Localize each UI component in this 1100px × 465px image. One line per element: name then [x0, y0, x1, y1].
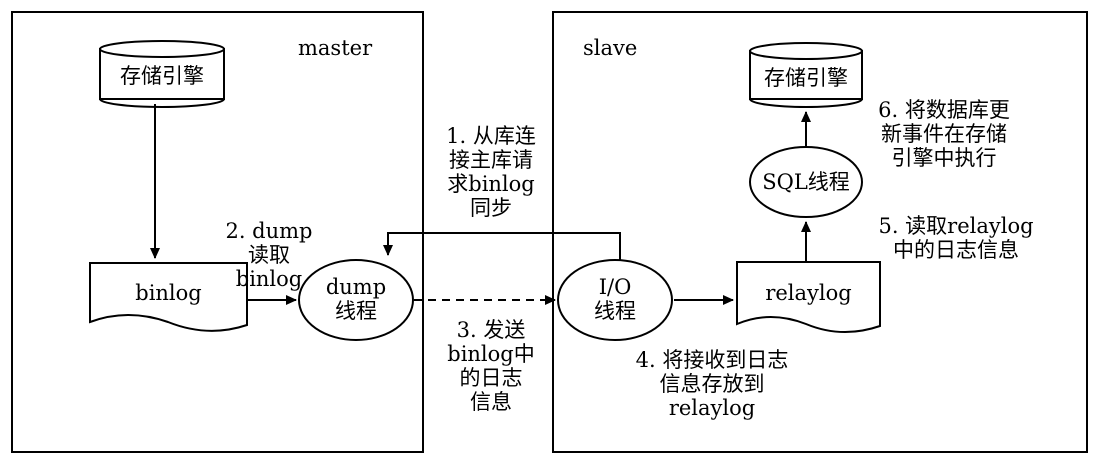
- relaylog-label: relaylog: [765, 281, 852, 305]
- step-5-label: 5. 读取relaylog 中的日志信息: [878, 214, 1034, 262]
- slave-title: slave: [583, 36, 638, 60]
- io-thread-label: I/O 线程: [594, 275, 636, 323]
- sql-thread-label: SQL线程: [762, 170, 850, 194]
- step-3-label: 3. 发送 binlog中 的日志 信息: [447, 318, 535, 414]
- step-4-label: 4. 将接收到日志 信息存放到 relaylog: [635, 348, 789, 420]
- step-1-label: 1. 从库连 接主库请 求binlog 同步: [446, 124, 536, 220]
- master-title: master: [298, 36, 373, 60]
- step-2-label: 2. dump 读取 binlog: [225, 219, 313, 291]
- dump-thread-label: dump 线程: [325, 275, 387, 323]
- master-storage-label: 存储引擎: [120, 64, 204, 88]
- step-6-label: 6. 将数据库更 新事件在存储 引擎中执行: [878, 98, 1010, 170]
- slave-storage-label: 存储引擎: [764, 66, 848, 90]
